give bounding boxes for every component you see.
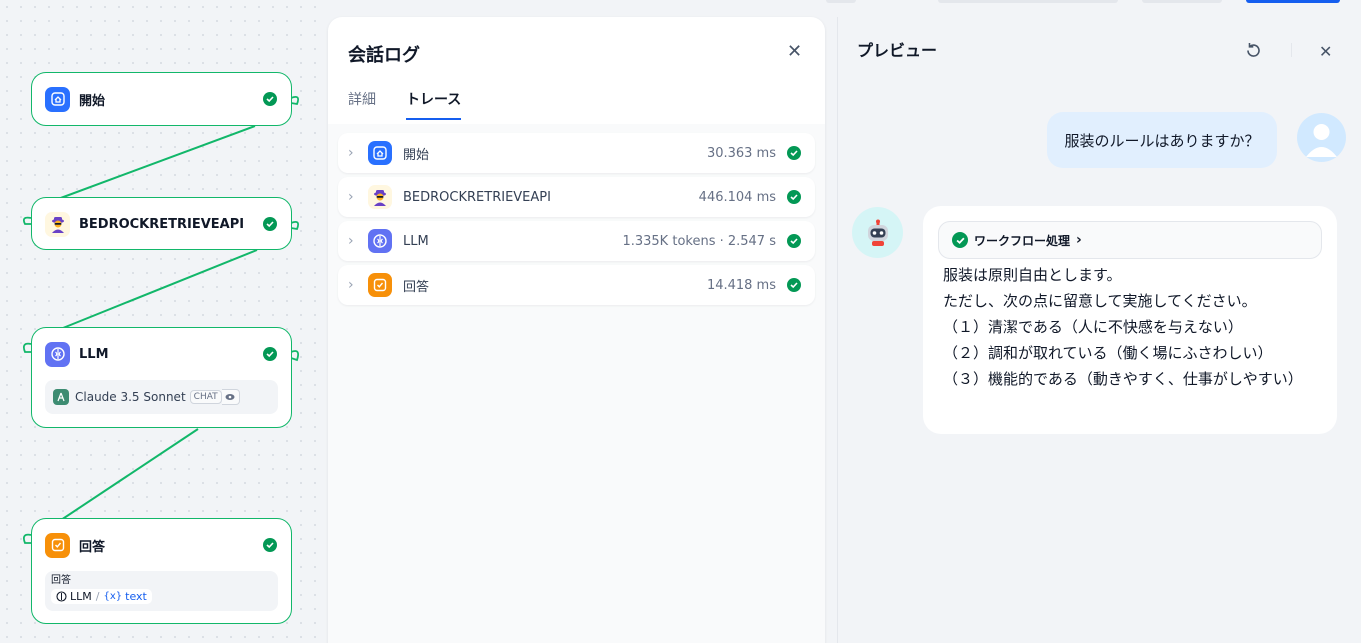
spy-icon bbox=[45, 211, 70, 237]
anthropic-icon bbox=[53, 389, 69, 405]
toolbar-edge bbox=[1142, 0, 1222, 3]
variable-separator: / bbox=[95, 590, 100, 603]
chevron-right-icon: › bbox=[348, 189, 354, 205]
tab-trace[interactable]: トレース bbox=[406, 89, 462, 120]
trace-name: BEDROCKRETRIEVEAPI bbox=[403, 189, 551, 205]
check-circle-icon bbox=[787, 146, 801, 160]
answer-line: ただし、次の点に留意して実施してください。 bbox=[943, 292, 1257, 310]
model-mode-badge: CHAT bbox=[189, 390, 222, 404]
answer-line: 服装は原則自由とします。 bbox=[943, 266, 1122, 284]
home-icon bbox=[45, 86, 70, 112]
close-icon[interactable]: ✕ bbox=[787, 43, 802, 61]
trace-name: 開始 bbox=[403, 147, 430, 163]
user-message: 服装のルールはありますか？ bbox=[1047, 112, 1277, 168]
trace-row-llm[interactable]: › LLM 1.335K tokens · 2.547 s bbox=[338, 221, 815, 261]
check-circle-icon bbox=[263, 217, 277, 231]
answer-line: （１）清潔である（人に不快感を与えない） bbox=[943, 318, 1243, 336]
bot-avatar bbox=[852, 207, 903, 258]
preview-panel: プレビュー ✕ 服装のルールはありますか？ ワークフロー処理 › 服装は原則自由… bbox=[837, 17, 1361, 643]
node-llm[interactable]: LLM Claude 3.5 Sonnet CHAT bbox=[31, 327, 292, 428]
node-title: 回答 bbox=[79, 539, 106, 555]
variable-name: text bbox=[125, 590, 147, 603]
toolbar-edge bbox=[938, 0, 1118, 3]
node-title: 開始 bbox=[79, 93, 106, 109]
trace-tokens-duration: 1.335K tokens · 2.547 s bbox=[622, 233, 776, 249]
answer-line: （３）機能的である（動きやすく、仕事がしやすい） bbox=[943, 370, 1303, 388]
refresh-icon[interactable] bbox=[1244, 41, 1263, 64]
chevron-right-icon: › bbox=[348, 277, 354, 293]
model-selector[interactable]: Claude 3.5 Sonnet CHAT bbox=[45, 380, 278, 414]
answer-icon bbox=[45, 532, 70, 558]
trace-duration: 446.104 ms bbox=[698, 189, 776, 205]
chevron-right-icon: › bbox=[348, 145, 354, 161]
variable-icon: {x} bbox=[103, 591, 123, 602]
toolbar-edge bbox=[826, 0, 856, 3]
brain-icon bbox=[56, 591, 67, 602]
check-circle-icon bbox=[263, 538, 277, 552]
node-start[interactable]: 開始 bbox=[31, 72, 292, 126]
node-answer[interactable]: 回答 回答 LLM / {x} text bbox=[31, 518, 292, 624]
trace-row-bedrockretrieveapi[interactable]: › BEDROCKRETRIEVEAPI 446.104 ms bbox=[338, 177, 815, 217]
workflow-canvas[interactable]: 開始 BEDROCKRETRIEVEAPI LLM Claude 3.5 Son… bbox=[0, 0, 328, 643]
panel-title: 会話ログ bbox=[348, 45, 420, 66]
workflow-label: ワークフロー処理 bbox=[974, 233, 1071, 248]
answer-text: 服装は原則自由とします。 ただし、次の点に留意して実施してください。 （１）清潔… bbox=[943, 262, 1303, 392]
check-circle-icon bbox=[263, 92, 277, 106]
brain-icon bbox=[45, 341, 70, 367]
trace-duration: 30.363 ms bbox=[706, 145, 776, 161]
check-circle-icon bbox=[952, 232, 968, 248]
trace-row-answer[interactable]: › 回答 14.418 ms bbox=[338, 265, 815, 305]
close-icon[interactable]: ✕ bbox=[1319, 43, 1332, 61]
edge-llm-answer bbox=[57, 428, 199, 523]
node-title: BEDROCKRETRIEVEAPI bbox=[79, 216, 245, 232]
eye-icon bbox=[221, 389, 240, 405]
chevron-right-icon: › bbox=[348, 233, 354, 249]
model-name: Claude 3.5 Sonnet bbox=[75, 390, 186, 404]
node-title: LLM bbox=[79, 346, 109, 362]
divider bbox=[1291, 43, 1292, 57]
trace-name: 回答 bbox=[403, 279, 430, 295]
edge-start-bedrock bbox=[57, 125, 256, 200]
check-circle-icon bbox=[787, 234, 801, 248]
workflow-process-toggle[interactable]: ワークフロー処理 › bbox=[938, 221, 1322, 259]
variable-source: LLM bbox=[70, 590, 92, 603]
trace-list: › 開始 30.363 ms › BEDROCKRETRIEVEAPI 446.… bbox=[328, 124, 825, 643]
trace-name: LLM bbox=[403, 233, 429, 249]
answer-icon bbox=[368, 273, 392, 297]
trace-duration: 14.418 ms bbox=[706, 277, 776, 293]
check-circle-icon bbox=[787, 190, 801, 204]
answer-field-label: 回答 bbox=[51, 575, 71, 586]
brain-icon bbox=[368, 229, 392, 253]
spy-icon bbox=[368, 185, 392, 209]
conversation-log-panel: 会話ログ ✕ 詳細 トレース › 開始 30.363 ms › BEDROCKR… bbox=[328, 17, 825, 643]
log-tabs: 詳細 トレース bbox=[348, 89, 491, 120]
trace-row-start[interactable]: › 開始 30.363 ms bbox=[338, 133, 815, 173]
edge-bedrock-llm bbox=[57, 249, 258, 331]
chevron-right-icon: › bbox=[1076, 232, 1082, 248]
user-avatar bbox=[1297, 113, 1346, 162]
publish-button-edge[interactable] bbox=[1246, 0, 1340, 3]
bot-message: ワークフロー処理 › 服装は原則自由とします。 ただし、次の点に留意して実施して… bbox=[923, 206, 1337, 434]
check-circle-icon bbox=[263, 347, 277, 361]
check-circle-icon bbox=[787, 278, 801, 292]
node-bedrockretrieveapi[interactable]: BEDROCKRETRIEVEAPI bbox=[31, 197, 292, 250]
panel-title: プレビュー bbox=[857, 41, 938, 60]
home-icon bbox=[368, 141, 392, 165]
variable-reference[interactable]: LLM / {x} text bbox=[51, 589, 152, 604]
tab-detail[interactable]: 詳細 bbox=[348, 89, 376, 120]
answer-line: （２）調和が取れている（働く場にふさわしい） bbox=[943, 344, 1273, 362]
